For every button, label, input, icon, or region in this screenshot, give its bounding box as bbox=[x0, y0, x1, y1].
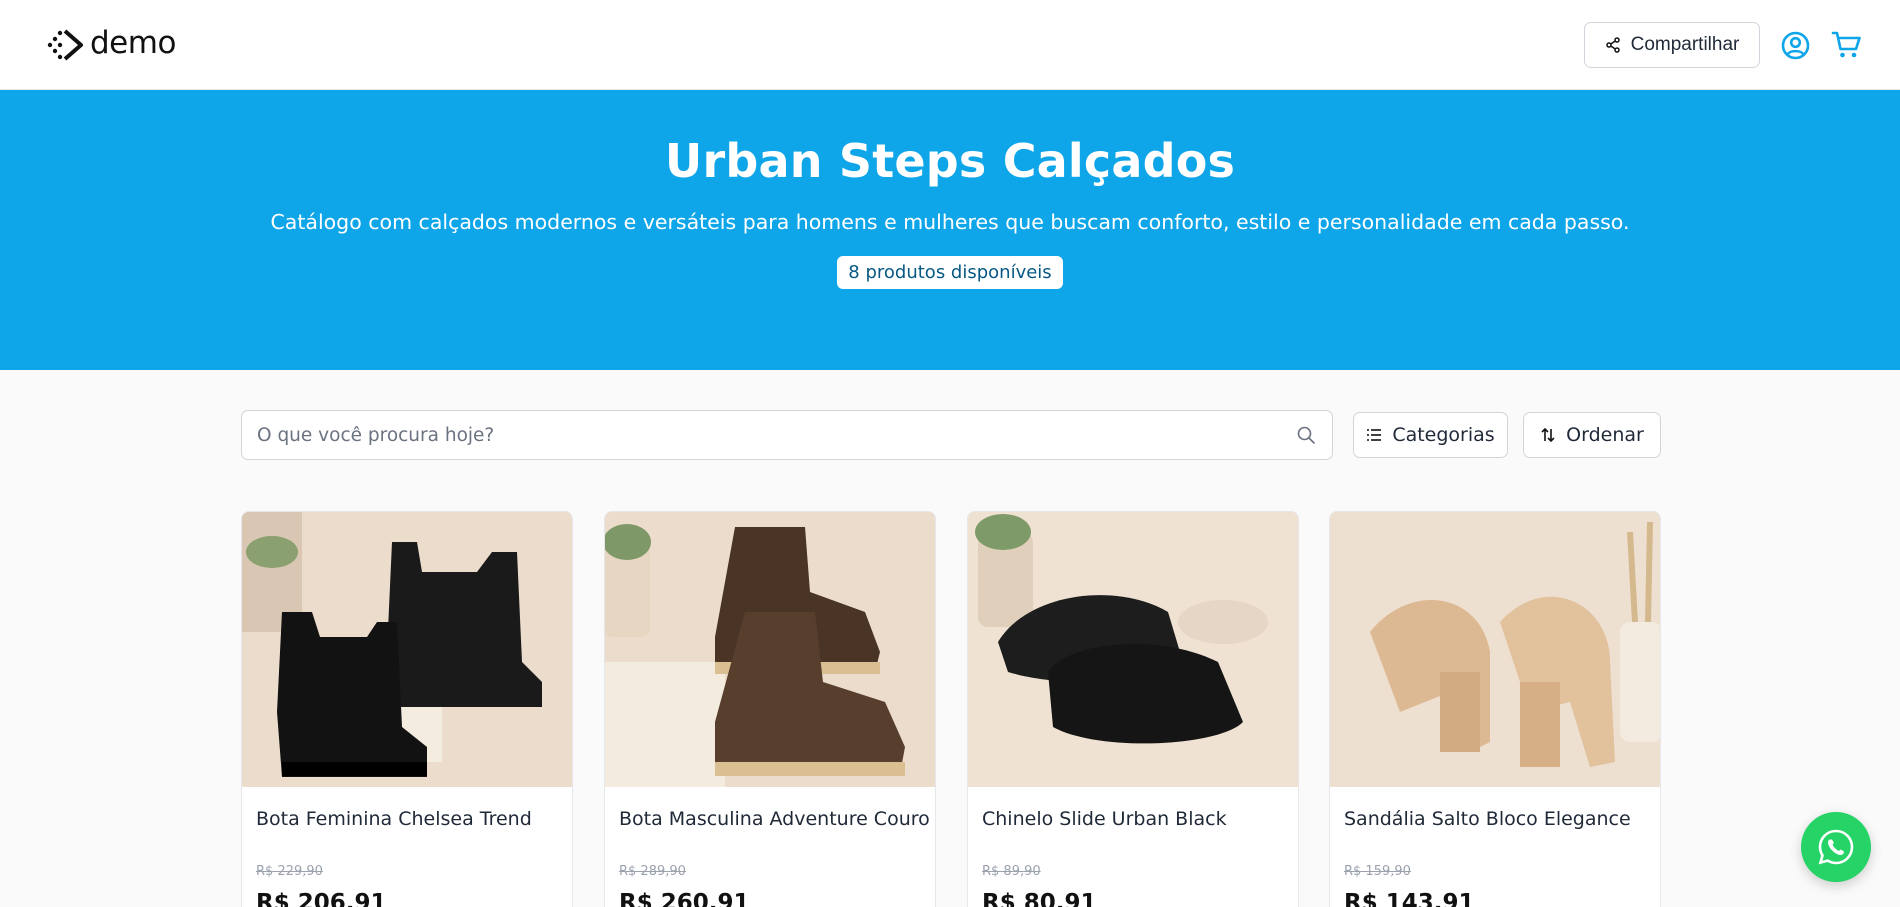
site-header: demo Compartilhar bbox=[0, 0, 1900, 90]
product-old-price: R$ 229,90 bbox=[256, 864, 323, 879]
list-icon bbox=[1367, 429, 1382, 441]
whatsapp-button[interactable] bbox=[1801, 812, 1871, 882]
search-input[interactable] bbox=[242, 424, 1272, 446]
whatsapp-icon bbox=[1818, 829, 1854, 865]
product-card[interactable]: Bota Feminina Chelsea Trend R$ 229,90 R$… bbox=[241, 511, 573, 907]
store-title: Urban Steps Calçados bbox=[664, 134, 1236, 188]
categories-label: Categorias bbox=[1392, 424, 1495, 446]
user-icon[interactable] bbox=[1781, 31, 1810, 60]
hero-banner: Urban Steps Calçados Catálogo com calçad… bbox=[0, 90, 1900, 370]
sort-icon bbox=[1541, 427, 1555, 443]
search-bar bbox=[241, 410, 1333, 460]
product-price: R$ 143,91 bbox=[1344, 890, 1475, 907]
product-image[interactable] bbox=[1330, 512, 1660, 787]
sort-button[interactable]: Ordenar bbox=[1523, 412, 1661, 458]
product-count-badge: 8 produtos disponíveis bbox=[837, 256, 1063, 289]
product-name: Chinelo Slide Urban Black bbox=[982, 808, 1227, 830]
share-label: Compartilhar bbox=[1630, 34, 1740, 55]
product-image[interactable] bbox=[605, 512, 935, 787]
product-price: R$ 206,91 bbox=[256, 890, 387, 907]
product-price: R$ 260,91 bbox=[619, 890, 750, 907]
logo[interactable]: demo bbox=[46, 25, 176, 62]
product-card[interactable]: Bota Masculina Adventure Couro R$ 289,90… bbox=[604, 511, 936, 907]
product-old-price: R$ 289,90 bbox=[619, 864, 686, 879]
product-image[interactable] bbox=[968, 512, 1298, 787]
product-old-price: R$ 89,90 bbox=[982, 864, 1041, 879]
categories-button[interactable]: Categorias bbox=[1353, 412, 1508, 458]
product-card[interactable]: Chinelo Slide Urban Black R$ 89,90 R$ 80… bbox=[967, 511, 1299, 907]
logo-text: demo bbox=[90, 25, 176, 61]
sort-label: Ordenar bbox=[1566, 424, 1644, 446]
share-button[interactable]: Compartilhar bbox=[1584, 22, 1760, 68]
product-name: Bota Masculina Adventure Couro bbox=[619, 808, 930, 830]
product-old-price: R$ 159,90 bbox=[1344, 864, 1411, 879]
product-price: R$ 80,91 bbox=[982, 890, 1097, 907]
product-name: Bota Feminina Chelsea Trend bbox=[256, 808, 532, 830]
search-icon[interactable] bbox=[1296, 425, 1316, 445]
product-name: Sandália Salto Bloco Elegance bbox=[1344, 808, 1631, 830]
cart-icon[interactable] bbox=[1831, 30, 1862, 60]
product-card[interactable]: Sandália Salto Bloco Elegance R$ 159,90 … bbox=[1329, 511, 1661, 907]
product-image[interactable] bbox=[242, 512, 572, 787]
share-icon bbox=[1605, 37, 1620, 53]
store-description: Catálogo com calçados modernos e versáte… bbox=[270, 210, 1630, 234]
logo-icon bbox=[47, 29, 83, 61]
